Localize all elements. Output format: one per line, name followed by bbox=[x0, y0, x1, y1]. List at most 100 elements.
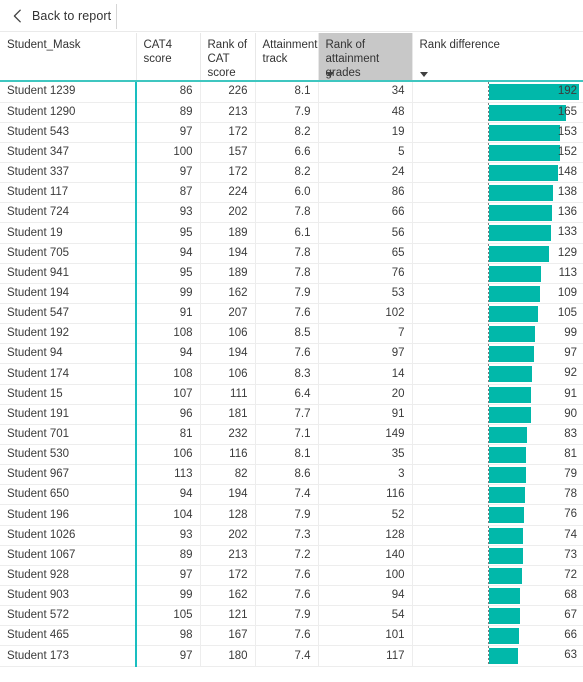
cell-rank-difference-bar: 90 bbox=[412, 404, 583, 425]
bar-fill bbox=[488, 104, 566, 121]
cell-student-mask: Student 547 bbox=[0, 303, 137, 325]
table-row[interactable]: Student 1290 89 213 7.9 48 165 bbox=[0, 102, 583, 123]
table-row[interactable]: Student 903 99 162 7.6 94 68 bbox=[0, 585, 583, 607]
cell-attainment-track: 8.6 bbox=[255, 464, 319, 486]
table-row[interactable]: Student 572 105 121 7.9 54 67 bbox=[0, 605, 583, 627]
column-header-rank_cat[interactable]: Rank of CAT score bbox=[200, 33, 256, 80]
cell-attainment-track: 8.2 bbox=[255, 122, 319, 143]
cell-student-mask: Student 347 bbox=[0, 142, 137, 164]
cell-rank-of-cat-score: 202 bbox=[200, 525, 256, 546]
cell-rank-of-attainment-grades: 52 bbox=[318, 504, 413, 526]
cell-rank-of-cat-score: 121 bbox=[200, 605, 256, 627]
bar-value-label: 129 bbox=[557, 246, 577, 259]
cell-attainment-track: 8.1 bbox=[255, 444, 319, 466]
cell-student-mask: Student 572 bbox=[0, 605, 137, 627]
cell-rank-of-attainment-grades: 66 bbox=[318, 202, 413, 224]
table-row[interactable]: Student 174 108 106 8.3 14 92 bbox=[0, 363, 583, 385]
column-header-attain_track[interactable]: Attainment track bbox=[255, 33, 319, 80]
table-row[interactable]: Student 94 94 194 7.6 97 97 bbox=[0, 343, 583, 365]
cell-student-mask: Student 192 bbox=[0, 323, 137, 345]
table-row[interactable]: Student 705 94 194 7.8 65 129 bbox=[0, 243, 583, 264]
cell-rank-difference-bar: 73 bbox=[412, 545, 583, 566]
column-header-rank_attain[interactable]: Rank of attainment grades bbox=[318, 33, 413, 80]
table-row[interactable]: Student 192 108 106 8.5 7 99 bbox=[0, 323, 583, 345]
bar-value-label: 99 bbox=[564, 327, 577, 340]
bar-fill bbox=[488, 628, 520, 645]
table-row[interactable]: Student 928 97 172 7.6 100 72 bbox=[0, 565, 583, 587]
table-row[interactable]: Student 701 81 232 7.1 149 83 bbox=[0, 424, 583, 446]
table-row[interactable]: Student 1067 89 213 7.2 140 73 bbox=[0, 545, 583, 566]
table-row[interactable]: Student 19 95 189 6.1 56 133 bbox=[0, 222, 583, 244]
cell-student-mask: Student 173 bbox=[0, 645, 137, 667]
cell-cat4-score: 97 bbox=[136, 645, 201, 667]
back-to-report-button[interactable]: Back to report bbox=[12, 2, 125, 30]
cell-rank-of-cat-score: 157 bbox=[200, 142, 256, 164]
bar-value-label: 133 bbox=[557, 226, 577, 239]
table-row[interactable]: Student 543 97 172 8.2 19 153 bbox=[0, 122, 583, 143]
cell-cat4-score: 97 bbox=[136, 162, 201, 184]
table-row[interactable]: Student 941 95 189 7.8 76 113 bbox=[0, 263, 583, 284]
cell-attainment-track: 7.6 bbox=[255, 343, 319, 365]
table-row[interactable]: Student 967 113 82 8.6 3 79 bbox=[0, 464, 583, 486]
table-row[interactable]: Student 1026 93 202 7.3 128 74 bbox=[0, 525, 583, 546]
table-row[interactable]: Student 650 94 194 7.4 116 78 bbox=[0, 484, 583, 506]
cell-attainment-track: 7.7 bbox=[255, 404, 319, 425]
cell-rank-difference-bar: 83 bbox=[412, 424, 583, 446]
table-row[interactable]: Student 196 104 128 7.9 52 76 bbox=[0, 504, 583, 526]
bar-value-label: 81 bbox=[564, 448, 577, 461]
cell-rank-of-attainment-grades: 100 bbox=[318, 565, 413, 587]
cell-cat4-score: 95 bbox=[136, 263, 201, 284]
cell-rank-difference-bar: 78 bbox=[412, 484, 583, 506]
sort-descending-caret-icon[interactable] bbox=[325, 72, 334, 77]
cell-cat4-score: 97 bbox=[136, 122, 201, 143]
table-row[interactable]: Student 194 99 162 7.9 53 109 bbox=[0, 283, 583, 305]
cell-rank-of-cat-score: 116 bbox=[200, 444, 256, 466]
data-table-scroll-region[interactable]: Student_Mask CAT4 score Rank of CAT score At… bbox=[0, 33, 583, 682]
table-row[interactable]: Student 337 97 172 8.2 24 148 bbox=[0, 162, 583, 184]
table-row[interactable]: Student 530 106 116 8.1 35 81 bbox=[0, 444, 583, 466]
bar-value-label: 138 bbox=[557, 186, 577, 199]
cell-rank-difference-bar: 67 bbox=[412, 605, 583, 627]
cell-attainment-track: 7.8 bbox=[255, 202, 319, 224]
bar-value-label: 78 bbox=[564, 488, 577, 501]
table-row[interactable]: Student 547 91 207 7.6 102 105 bbox=[0, 303, 583, 325]
table-row[interactable]: Student 724 93 202 7.8 66 136 bbox=[0, 202, 583, 224]
bar-fill bbox=[488, 608, 520, 625]
table-row[interactable]: Student 1239 86 226 8.1 34 192 bbox=[0, 82, 583, 103]
cell-rank-of-cat-score: 232 bbox=[200, 424, 256, 446]
cell-attainment-track: 6.6 bbox=[255, 142, 319, 164]
table-row[interactable]: Student 15 107 111 6.4 20 91 bbox=[0, 384, 583, 405]
table-row[interactable]: Student 347 100 157 6.6 5 152 bbox=[0, 142, 583, 164]
cell-rank-of-attainment-grades: 140 bbox=[318, 545, 413, 566]
sort-descending-caret-icon[interactable] bbox=[419, 72, 428, 77]
cell-student-mask: Student 194 bbox=[0, 283, 137, 305]
cell-cat4-score: 93 bbox=[136, 525, 201, 546]
cell-rank-difference-bar: 92 bbox=[412, 363, 583, 385]
table-row[interactable]: Student 117 87 224 6.0 86 138 bbox=[0, 182, 583, 204]
cell-rank-of-attainment-grades: 24 bbox=[318, 162, 413, 184]
bar-value-label: 152 bbox=[557, 145, 577, 158]
bar-fill bbox=[488, 547, 523, 564]
column-header-cat4_score[interactable]: CAT4 score bbox=[136, 33, 201, 80]
cell-cat4-score: 97 bbox=[136, 565, 201, 587]
column-header-label: CAT score bbox=[207, 53, 236, 79]
table-row[interactable]: Student 465 98 167 7.6 101 66 bbox=[0, 625, 583, 647]
bar-fill bbox=[488, 588, 521, 605]
cell-student-mask: Student 928 bbox=[0, 565, 137, 587]
bar-value-label: 105 bbox=[557, 307, 577, 320]
cell-student-mask: Student 903 bbox=[0, 585, 137, 607]
cell-rank-difference-bar: 138 bbox=[412, 182, 583, 204]
column-header-rank_diff[interactable]: Rank difference bbox=[412, 33, 583, 80]
report-table-page: Back to report Student_Mask CAT4 score Ran… bbox=[0, 0, 583, 682]
cell-student-mask: Student 967 bbox=[0, 464, 137, 486]
table-row[interactable]: Student 191 96 181 7.7 91 90 bbox=[0, 404, 583, 425]
table-row[interactable]: Student 173 97 180 7.4 117 63 bbox=[0, 645, 583, 667]
cell-cat4-score: 95 bbox=[136, 222, 201, 244]
column-header-student_mask[interactable]: Student_Mask bbox=[0, 33, 137, 80]
cell-cat4-score: 105 bbox=[136, 605, 201, 627]
cell-rank-of-cat-score: 194 bbox=[200, 484, 256, 506]
cell-student-mask: Student 191 bbox=[0, 404, 137, 425]
cell-rank-difference-bar: 129 bbox=[412, 243, 583, 264]
cell-rank-difference-bar: 133 bbox=[412, 222, 583, 244]
cell-attainment-track: 7.8 bbox=[255, 243, 319, 264]
